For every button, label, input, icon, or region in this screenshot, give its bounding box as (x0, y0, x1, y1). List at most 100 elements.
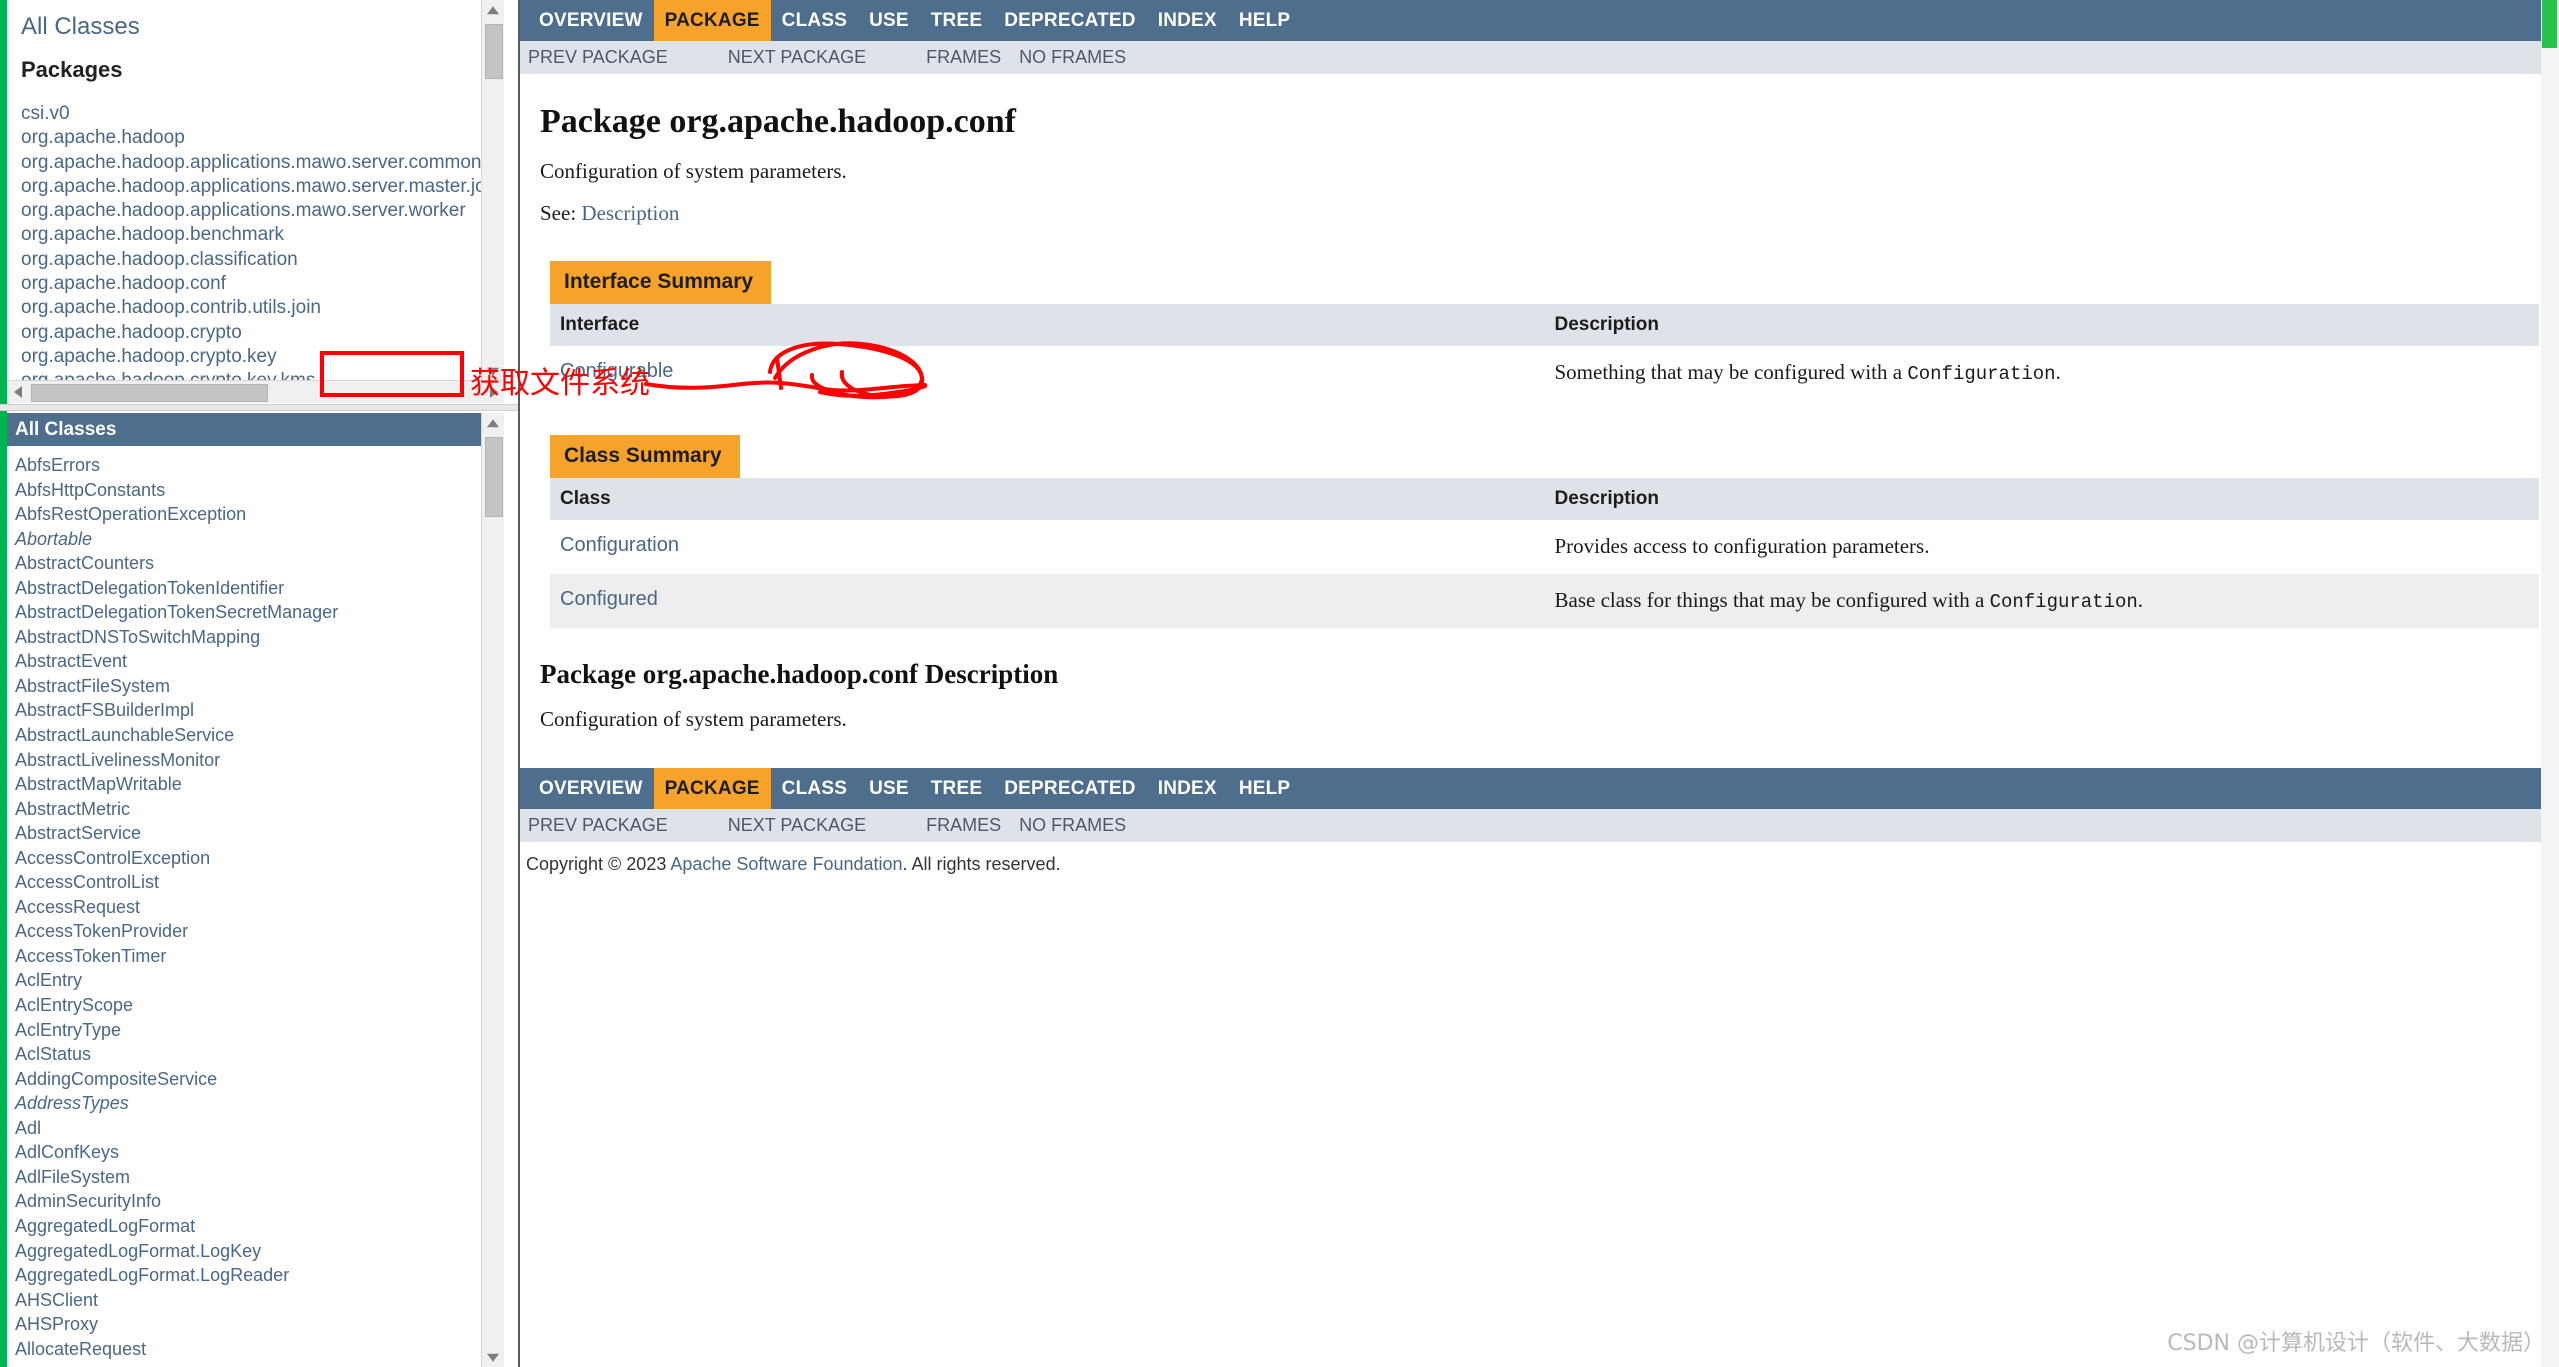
class-list-item[interactable]: AclEntry (15, 968, 338, 993)
package-list-item[interactable]: org.apache.hadoop.crypto (21, 321, 482, 345)
interface-name-link[interactable]: Configurable (560, 360, 673, 382)
class-list-item[interactable]: AdlConfKeys (15, 1140, 338, 1165)
main-vertical-scrollbar[interactable] (2541, 0, 2559, 1367)
class-list-item[interactable]: AllocateRequest (15, 1337, 338, 1362)
table-row: Configurable Something that may be config… (550, 346, 2539, 400)
class-list-item[interactable]: AbfsRestOperationException (15, 502, 338, 527)
scroll-right-arrow-icon[interactable] (483, 381, 504, 403)
bottom-nav-item-tree[interactable]: TREE (920, 768, 993, 809)
package-list-item[interactable]: org.apache.hadoop.benchmark (21, 223, 482, 247)
bottom-nav-item-help[interactable]: HELP (1228, 768, 1301, 809)
nav-item-class[interactable]: CLASS (771, 0, 858, 41)
package-list-item[interactable]: org.apache.hadoop.classification (21, 248, 482, 272)
next-package-link[interactable]: NEXT PACKAGE (728, 47, 866, 68)
bottom-nav-item-use[interactable]: USE (858, 768, 920, 809)
class-list-item[interactable]: AggregatedLogFormat.LogReader (15, 1263, 338, 1288)
description-code-ref[interactable]: Configuration (1907, 363, 2055, 385)
classes-scroll-up-arrow-icon[interactable] (482, 413, 504, 434)
package-list-item[interactable]: csi.v0 (21, 102, 482, 126)
frames-divider[interactable] (0, 404, 518, 411)
packages-horizontal-scrollbar[interactable] (7, 380, 504, 403)
class-list-item[interactable]: AddingCompositeService (15, 1067, 338, 1092)
nav-item-index[interactable]: INDEX (1147, 0, 1228, 41)
class-list-item[interactable]: Adl (15, 1116, 338, 1141)
class-list-item[interactable]: AHSClient (15, 1288, 338, 1313)
nav-item-overview[interactable]: OVERVIEW (528, 0, 654, 41)
package-description-body: Configuration of system parameters. (540, 707, 847, 731)
bottom-nav-item-index[interactable]: INDEX (1147, 768, 1228, 809)
bottom-nav-item-deprecated[interactable]: DEPRECATED (993, 768, 1147, 809)
bottom-next-package-link[interactable]: NEXT PACKAGE (728, 815, 866, 836)
class-list-item[interactable]: AbstractService (15, 821, 338, 846)
class-list-item[interactable]: AbstractFSBuilderImpl (15, 698, 338, 723)
bottom-no-frames-link[interactable]: NO FRAMES (1019, 815, 1126, 836)
nav-item-tree[interactable]: TREE (920, 0, 993, 41)
class-list-item[interactable]: AbstractLivelinessMonitor (15, 748, 338, 773)
packages-heading: Packages (21, 57, 123, 82)
package-list-item[interactable]: org.apache.hadoop.crypto.key (21, 345, 482, 369)
no-frames-link[interactable]: NO FRAMES (1019, 47, 1126, 68)
package-list-item[interactable]: org.apache.hadoop (21, 126, 482, 150)
packages-vertical-scrollbar[interactable] (481, 0, 504, 381)
class-list-item[interactable]: AccessTokenProvider (15, 919, 338, 944)
class-list-item[interactable]: AccessControlException (15, 846, 338, 871)
main-vscroll-thumb[interactable] (2542, 0, 2557, 48)
bottom-nav-item-package[interactable]: PACKAGE (653, 768, 771, 809)
class-list-item[interactable]: AbstractEvent (15, 649, 338, 674)
class-list-item[interactable]: AbstractDNSToSwitchMapping (15, 625, 338, 650)
class-list-item[interactable]: AHSProxy (15, 1312, 338, 1337)
class-list-item[interactable]: AdminSecurityInfo (15, 1189, 338, 1214)
class-list-item[interactable]: AbstractCounters (15, 551, 338, 576)
class-list-item[interactable]: AbstractLaunchableService (15, 723, 338, 748)
package-list-item[interactable]: org.apache.hadoop.applications.mawo.serv… (21, 199, 482, 223)
package-list-item[interactable]: org.apache.hadoop.applications.mawo.serv… (21, 175, 496, 199)
class-list-item[interactable]: AdlFileSystem (15, 1165, 338, 1190)
class-list-item[interactable]: AclStatus (15, 1042, 338, 1067)
class-list-item[interactable]: AccessRequest (15, 895, 338, 920)
class-list-item[interactable]: AbstractDelegationTokenSecretManager (15, 600, 338, 625)
bottom-prev-package-link[interactable]: PREV PACKAGE (528, 815, 668, 836)
package-list-item[interactable]: org.apache.hadoop.conf (21, 272, 482, 296)
class-list-item[interactable]: Abortable (15, 527, 338, 552)
class-list-item[interactable]: AclEntryType (15, 1018, 338, 1043)
class-list-item[interactable]: AggregatedLogFormat (15, 1214, 338, 1239)
description-code-ref[interactable]: Configuration (1990, 591, 2138, 613)
bottom-nav-item-class[interactable]: CLASS (771, 768, 858, 809)
package-intro: Configuration of system parameters. (540, 159, 847, 183)
prev-package-link[interactable]: PREV PACKAGE (528, 47, 668, 68)
nav-item-use[interactable]: USE (858, 0, 920, 41)
class-list-item[interactable]: AbstractFileSystem (15, 674, 338, 699)
bottom-nav-item-overview[interactable]: OVERVIEW (528, 768, 654, 809)
apache-foundation-link[interactable]: Apache Software Foundation (670, 854, 902, 874)
classes-scroll-down-arrow-icon[interactable] (482, 1346, 504, 1367)
class-list-item[interactable]: AbstractDelegationTokenIdentifier (15, 576, 338, 601)
copyright-prefix: Copyright © 2023 (526, 854, 671, 874)
package-list-item[interactable]: org.apache.hadoop.contrib.utils.join (21, 296, 482, 320)
all-classes-link-top[interactable]: All Classes (7, 0, 482, 42)
class-list-item[interactable]: AbfsHttpConstants (15, 478, 338, 503)
classes-vertical-scrollbar[interactable] (481, 413, 504, 1367)
nav-item-package[interactable]: PACKAGE (653, 0, 771, 41)
classes-vscroll-thumb[interactable] (485, 437, 503, 517)
frames-link[interactable]: FRAMES (926, 47, 1001, 68)
see-description-link[interactable]: Description (581, 201, 679, 225)
scroll-left-arrow-icon[interactable] (7, 381, 28, 403)
nav-item-deprecated[interactable]: DEPRECATED (993, 0, 1147, 41)
class-list-item[interactable]: AbfsErrors (15, 453, 338, 478)
scroll-up-arrow-icon[interactable] (482, 0, 504, 21)
scroll-down-arrow-icon[interactable] (482, 360, 504, 381)
class-list-item[interactable]: AbstractMetric (15, 797, 338, 822)
nav-item-help[interactable]: HELP (1228, 0, 1301, 41)
class-list-item[interactable]: AddressTypes (15, 1091, 338, 1116)
class-list-item[interactable]: AclEntryScope (15, 993, 338, 1018)
class-list-item[interactable]: AggregatedLogFormat.LogKey (15, 1239, 338, 1264)
bottom-frames-link[interactable]: FRAMES (926, 815, 1001, 836)
class-name-link[interactable]: Configuration (560, 534, 679, 556)
class-list-item[interactable]: AccessControlList (15, 870, 338, 895)
packages-hscroll-thumb[interactable] (31, 384, 268, 402)
package-list-item[interactable]: org.apache.hadoop.applications.mawo.serv… (21, 151, 482, 175)
class-list-item[interactable]: AbstractMapWritable (15, 772, 338, 797)
packages-vscroll-thumb[interactable] (485, 24, 503, 79)
class-list-item[interactable]: AccessTokenTimer (15, 944, 338, 969)
class-name-link[interactable]: Configured (560, 588, 658, 610)
